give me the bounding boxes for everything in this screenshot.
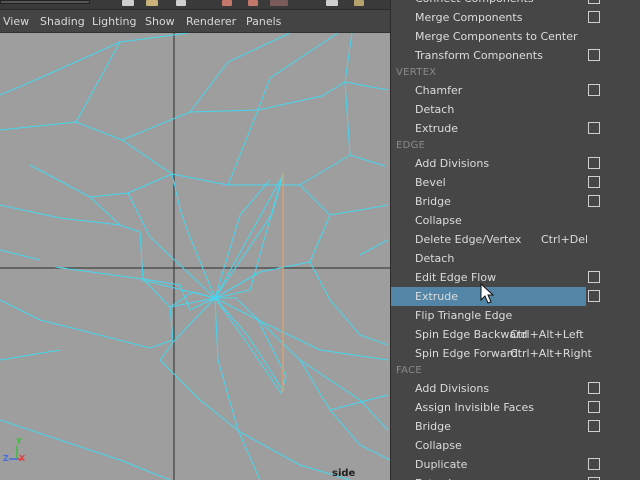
option-box-icon[interactable] — [588, 49, 600, 61]
menu-item-connect-components[interactable]: Connect Components — [391, 0, 640, 8]
menu-item-extrude[interactable]: Extrude — [391, 119, 640, 138]
menu-item-label: Bridge — [415, 195, 451, 208]
option-box-icon[interactable] — [588, 458, 600, 470]
option-box-icon[interactable] — [588, 290, 600, 302]
menu-item-bridge[interactable]: Bridge — [391, 192, 640, 211]
axis-label-z: Z — [3, 454, 9, 463]
option-box-icon[interactable] — [588, 420, 600, 432]
menu-item-label: Delete Edge/Vertex — [415, 233, 522, 246]
toolbar-field[interactable] — [0, 0, 90, 4]
menu-item-label: Extrude — [415, 122, 459, 135]
menu-item-delete-edge-vertex[interactable]: Delete Edge/Vertex Ctrl+Del — [391, 230, 640, 249]
shortcut-label: Ctrl+Alt+Left — [510, 328, 584, 341]
menu-item-label: Flip Triangle Edge — [415, 309, 513, 322]
menu-item-label: Assign Invisible Faces — [415, 401, 534, 414]
menu-item-extrude[interactable]: Extrude — [391, 287, 640, 306]
option-box-icon[interactable] — [588, 401, 600, 413]
menu-item-label: Collapse — [415, 439, 462, 452]
option-box-icon[interactable] — [588, 157, 600, 169]
menu-item-detach[interactable]: Detach — [391, 100, 640, 119]
section-header-vertex: VERTEX — [396, 67, 437, 78]
menu-item-add-divisions[interactable]: Add Divisions — [391, 154, 640, 173]
menu-renderer[interactable]: Renderer — [186, 15, 236, 28]
menu-item-label: Add Divisions — [415, 157, 490, 170]
section-header-edge: EDGE — [396, 140, 426, 151]
menu-item-duplicate[interactable]: Duplicate — [391, 455, 640, 474]
menu-item-label: Duplicate — [415, 458, 468, 471]
menu-item-label: Bridge — [415, 420, 451, 433]
toolbar-icon[interactable] — [122, 0, 134, 6]
menu-item-label: Transform Components — [415, 49, 543, 62]
toolbar-icon[interactable] — [146, 0, 158, 6]
option-box-icon[interactable] — [588, 11, 600, 23]
menu-item-edit-edge-flow[interactable]: Edit Edge Flow — [391, 268, 640, 287]
menu-item-collapse[interactable]: Collapse — [391, 436, 640, 455]
menu-item-label: Collapse — [415, 214, 462, 227]
menu-item-bevel[interactable]: Bevel — [391, 173, 640, 192]
toolbar-icon[interactable] — [354, 0, 364, 6]
option-box-icon[interactable] — [588, 0, 600, 4]
menu-item-chamfer[interactable]: Chamfer — [391, 81, 640, 100]
option-box-icon[interactable] — [588, 271, 600, 283]
option-box-icon[interactable] — [588, 382, 600, 394]
mouse-cursor-icon — [480, 283, 494, 304]
menu-item-merge-components[interactable]: Merge Components — [391, 8, 640, 27]
menu-item-collapse[interactable]: Collapse — [391, 211, 640, 230]
menu-item-merge-components-to-center[interactable]: Merge Components to Center — [391, 27, 640, 46]
menu-panels[interactable]: Panels — [246, 15, 281, 28]
menu-item-label: Connect Components — [415, 0, 534, 5]
menu-shading[interactable]: Shading — [40, 15, 85, 28]
menu-item-label: Merge Components — [415, 11, 523, 24]
menu-item-extrude[interactable]: Extrude — [391, 474, 640, 480]
toolbar-icon[interactable] — [248, 0, 258, 6]
toolbar-icon[interactable] — [176, 0, 186, 6]
menu-item-detach[interactable]: Detach — [391, 249, 640, 268]
menu-item-assign-invisible-faces[interactable]: Assign Invisible Faces — [391, 398, 640, 417]
section-header-face: FACE — [396, 365, 422, 376]
menu-item-label: Chamfer — [415, 84, 463, 97]
menu-lighting[interactable]: Lighting — [92, 15, 136, 28]
edit-mesh-marking-menu: Connect Components Merge Components Merge … — [390, 0, 640, 480]
menu-item-label: Bevel — [415, 176, 446, 189]
menu-item-transform-components[interactable]: Transform Components — [391, 46, 640, 65]
menu-item-add-divisions[interactable]: Add Divisions — [391, 379, 640, 398]
menu-show[interactable]: Show — [145, 15, 175, 28]
toolbar-icon[interactable] — [326, 0, 338, 6]
toolbar-icon[interactable] — [270, 0, 288, 6]
option-box-icon[interactable] — [588, 122, 600, 134]
menu-item-flip-triangle-edge[interactable]: Flip Triangle Edge — [391, 306, 640, 325]
shortcut-label: Ctrl+Del — [541, 233, 589, 246]
option-box-icon[interactable] — [588, 176, 600, 188]
option-box-icon[interactable] — [588, 195, 600, 207]
shortcut-label: Ctrl+Alt+Right — [510, 347, 592, 360]
axis-label-x: X — [19, 454, 26, 463]
toolbar-icon[interactable] — [222, 0, 232, 6]
option-box-icon[interactable] — [588, 84, 600, 96]
menu-item-label: Spin Edge Forward — [415, 347, 518, 360]
menu-item-label: Extrude — [415, 290, 459, 303]
axis-label-y: Y — [16, 437, 22, 446]
menu-item-label: Add Divisions — [415, 382, 490, 395]
menu-item-spin-edge-backward[interactable]: Spin Edge Backward Ctrl+Alt+Left — [391, 325, 640, 344]
menu-item-label: Detach — [415, 103, 455, 116]
camera-name-label: side — [332, 468, 356, 479]
menu-item-bridge[interactable]: Bridge — [391, 417, 640, 436]
mesh-edges — [0, 33, 391, 480]
menu-item-spin-edge-forward[interactable]: Spin Edge Forward Ctrl+Alt+Right — [391, 344, 640, 363]
menu-view[interactable]: View — [3, 15, 29, 28]
menu-item-label: Merge Components to Center — [415, 30, 578, 43]
menu-item-label: Detach — [415, 252, 455, 265]
